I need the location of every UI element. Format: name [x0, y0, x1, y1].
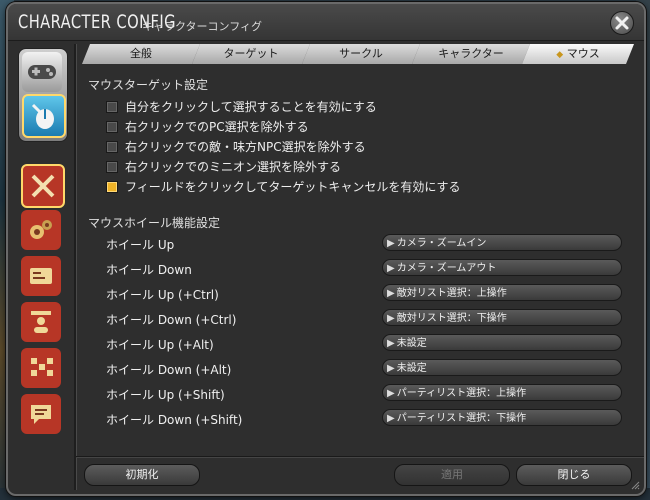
mouse-tab[interactable]: [22, 94, 66, 138]
wheel-down-shift-dropdown[interactable]: ▶ パーティリスト選択：下操作: [382, 409, 622, 426]
dropdown-value: 敵対リスト選択：下操作: [396, 313, 507, 324]
option-label: 自分をクリックして選択することを有効にする: [125, 100, 377, 114]
button-label: 初期化: [125, 468, 159, 481]
triangle-right-icon: ▶: [387, 338, 395, 349]
wheel-label: ホイール Down (+Ctrl): [106, 313, 237, 327]
wheel-up-alt-dropdown[interactable]: ▶ 未設定: [382, 334, 622, 351]
character-config-window: CHARACTER CONFIG キャラクターコンフィグ 全般 ターゲット サー…: [6, 2, 646, 496]
wheel-label: ホイール Down (+Alt): [106, 363, 232, 377]
checkbox-checked[interactable]: [106, 180, 118, 193]
wheel-label: ホイール Up (+Shift): [106, 388, 225, 402]
dropdown-value: カメラ・ズームイン: [396, 238, 487, 249]
close-icon: [615, 16, 629, 30]
option-label: フィールドをクリックしてターゲットキャンセルを有効にする: [125, 180, 461, 194]
option-exclude-pc[interactable]: 右クリックでのPC選択を除外する: [106, 118, 309, 135]
option-field-click-cancel[interactable]: フィールドをクリックしてターゲットキャンセルを有効にする: [106, 178, 461, 195]
wheel-up-shift-dropdown[interactable]: ▶ パーティリスト選択：上操作: [382, 384, 622, 401]
wheel-label: ホイール Up (+Ctrl): [106, 288, 219, 302]
checkbox[interactable]: [106, 140, 118, 153]
window-subtitle: キャラクターコンフィグ: [142, 20, 263, 33]
wheel-up-dropdown[interactable]: ▶ カメラ・ズームイン: [382, 234, 622, 251]
tab-mouse[interactable]: ◆ マウス: [522, 44, 634, 64]
tab-target[interactable]: ターゲット: [192, 44, 310, 64]
section-heading: マウスホイール機能設定: [88, 216, 221, 230]
section-heading: マウスターゲット設定: [88, 78, 209, 92]
gamepad-tab[interactable]: [22, 52, 62, 92]
triangle-right-icon: ▶: [387, 288, 395, 299]
chat-icon: [31, 405, 51, 424]
checker-icon: [31, 358, 53, 376]
tab-label: キャラクター: [438, 47, 504, 60]
close-button[interactable]: 閉じる: [516, 464, 632, 486]
sidebar-divider: [74, 44, 77, 490]
footer-divider: [76, 456, 644, 458]
category-battle[interactable]: [21, 164, 65, 208]
gears-icon: [30, 220, 52, 239]
mouse-icon: [31, 103, 54, 129]
checkbox[interactable]: [106, 100, 118, 113]
tab-label: サークル: [339, 47, 383, 60]
dropdown-value: 敵対リスト選択：上操作: [396, 288, 507, 299]
wheel-up-ctrl-dropdown[interactable]: ▶ 敵対リスト選択：上操作: [382, 284, 622, 301]
triangle-right-icon: ▶: [387, 363, 395, 374]
wheel-down-alt-dropdown[interactable]: ▶ 未設定: [382, 359, 622, 376]
category-character[interactable]: [21, 302, 61, 342]
wheel-label: ホイール Up: [106, 238, 175, 252]
crossed-swords-icon: [31, 174, 55, 198]
wheel-down-ctrl-dropdown[interactable]: ▶ 敵対リスト選択：下操作: [382, 309, 622, 326]
category-sidebar: [16, 44, 70, 490]
wheel-label: ホイール Up (+Alt): [106, 338, 214, 352]
wheel-label: ホイール Down (+Shift): [106, 413, 243, 427]
checkbox[interactable]: [106, 120, 118, 133]
card-icon: [30, 268, 52, 284]
category-card[interactable]: [21, 256, 61, 296]
category-chat[interactable]: [21, 394, 61, 434]
close-window-button[interactable]: [610, 11, 634, 35]
triangle-right-icon: ▶: [387, 238, 395, 249]
tab-character[interactable]: キャラクター: [412, 44, 530, 64]
resize-handle-icon[interactable]: [630, 480, 640, 490]
active-tab-marker-icon: ◆: [556, 50, 564, 60]
person-icon: [31, 311, 51, 333]
category-hud[interactable]: [21, 348, 61, 388]
gamepad-icon: [28, 65, 56, 79]
wheel-label: ホイール Down: [106, 263, 192, 277]
category-system[interactable]: [21, 210, 61, 250]
apply-button[interactable]: 適用: [394, 464, 510, 486]
dropdown-value: パーティリスト選択：上操作: [396, 388, 527, 399]
wheel-down-dropdown[interactable]: ▶ カメラ・ズームアウト: [382, 259, 622, 276]
tab-bar: 全般 ターゲット サークル キャラクター ◆ マウス: [82, 44, 634, 66]
button-label: 適用: [441, 468, 463, 481]
option-label: 右クリックでのミニオン選択を除外する: [125, 160, 342, 174]
triangle-right-icon: ▶: [387, 388, 395, 399]
reset-button[interactable]: 初期化: [84, 464, 200, 486]
triangle-right-icon: ▶: [387, 263, 395, 274]
dropdown-value: 未設定: [396, 338, 427, 349]
tab-label: 全般: [130, 47, 152, 60]
option-exclude-minion[interactable]: 右クリックでのミニオン選択を除外する: [106, 158, 341, 175]
option-label: 右クリックでのPC選択を除外する: [125, 120, 309, 134]
option-self-click[interactable]: 自分をクリックして選択することを有効にする: [106, 98, 377, 115]
checkbox[interactable]: [106, 160, 118, 173]
dropdown-value: 未設定: [396, 363, 427, 374]
dropdown-value: パーティリスト選択：下操作: [396, 413, 527, 424]
tab-label: ターゲット: [223, 47, 279, 60]
option-exclude-npc[interactable]: 右クリックでの敵・味方NPC選択を除外する: [106, 138, 366, 155]
triangle-right-icon: ▶: [387, 313, 395, 324]
tab-label: マウス: [566, 47, 600, 60]
triangle-right-icon: ▶: [387, 413, 395, 424]
option-label: 右クリックでの敵・味方NPC選択を除外する: [125, 140, 366, 154]
dropdown-value: カメラ・ズームアウト: [396, 263, 497, 274]
tab-circle[interactable]: サークル: [302, 44, 420, 64]
tab-general[interactable]: 全般: [82, 44, 200, 64]
title-bar[interactable]: CHARACTER CONFIG キャラクターコンフィグ: [8, 4, 644, 41]
button-label: 閉じる: [557, 468, 591, 481]
